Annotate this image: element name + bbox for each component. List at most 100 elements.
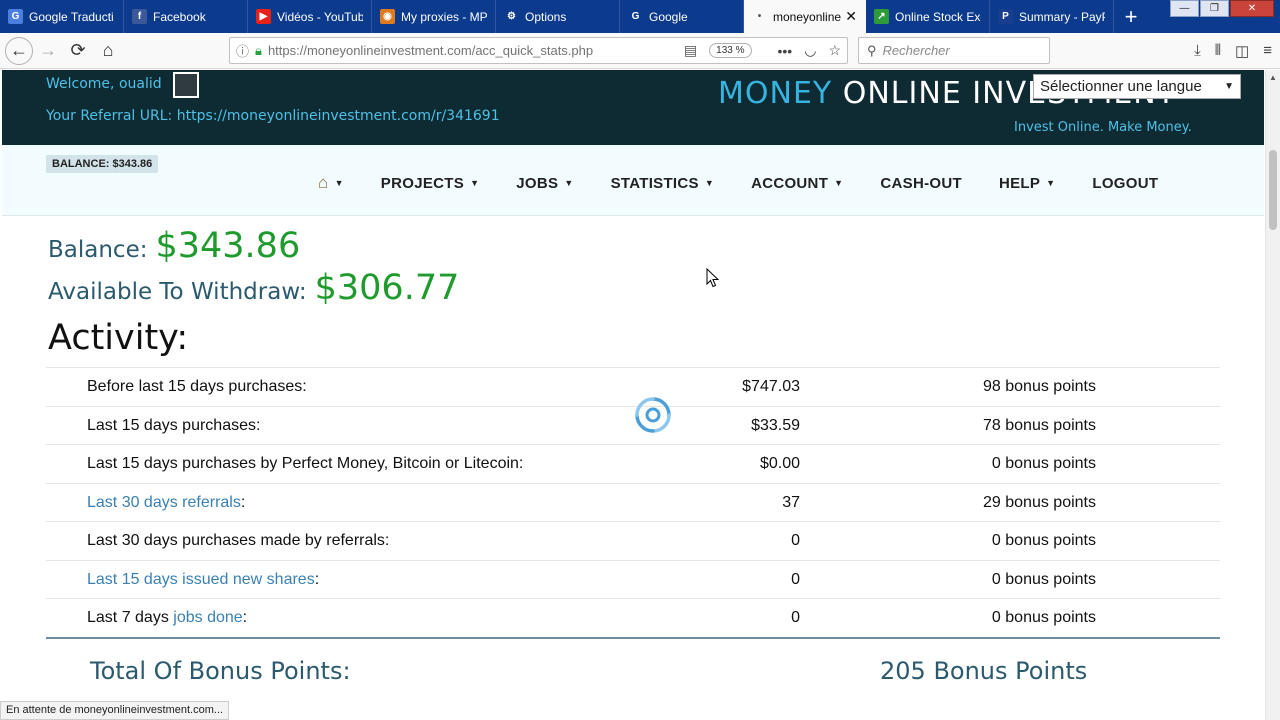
tab-title: Google (649, 9, 688, 24)
activity-amount: $0.00 (759, 455, 800, 472)
activity-amount: 0 (791, 609, 800, 626)
info-icon[interactable]: ⓘ (236, 41, 249, 60)
activity-amount: 0 (791, 570, 800, 588)
menu-cash-out[interactable]: CASH-OUT (880, 173, 962, 193)
activity-label: Last 30 days purchases made by referrals… (87, 532, 389, 550)
activity-label: Last 7 days jobs done: (87, 609, 247, 627)
referral-url: Your Referral URL: https://moneyonlinein… (46, 108, 500, 124)
activity-points: 78 bonus points (983, 416, 1096, 434)
browser-tab[interactable]: G Google Traducti (0, 0, 124, 33)
close-window-button[interactable]: ✕ (1230, 0, 1274, 17)
close-tab-icon[interactable]: ✕ (845, 8, 857, 25)
loading-dot-icon: • (757, 11, 762, 22)
menu-logout[interactable]: LOGOUT (1092, 173, 1158, 193)
menu-jobs[interactable]: JOBS ▼ (516, 173, 573, 193)
menu-help[interactable]: HELP ▼ (999, 173, 1055, 193)
total-bonus-value: 205 Bonus Points (880, 657, 1088, 685)
sidebar-icon[interactable]: ◫ (1235, 42, 1249, 60)
menu-home[interactable]: ⌂ ▼ (318, 173, 344, 193)
maximize-button[interactable]: ❐ (1200, 0, 1229, 17)
activity-label: Last 15 days purchases: (87, 417, 260, 435)
activity-link[interactable]: Last 30 days referrals (87, 494, 241, 511)
activity-label-text: Before last 15 days purchases: (87, 378, 307, 395)
activity-link[interactable]: jobs done (173, 609, 242, 626)
activity-label-suffix: : (240, 493, 246, 511)
google-icon: G (631, 11, 640, 22)
back-button[interactable]: ← (5, 36, 33, 65)
scrollbar-thumb[interactable] (1269, 150, 1277, 230)
library-icon[interactable]: ⫴ (1215, 42, 1221, 59)
browser-tab[interactable]: ⚙ Options (496, 0, 620, 33)
stop-reload-button[interactable]: ⟳ (63, 36, 93, 66)
chevron-down-icon: ▼ (470, 178, 480, 188)
browser-tab[interactable]: G Google (620, 0, 744, 33)
withdraw-line: Available To Withdraw: $306.77 (48, 268, 459, 308)
mouse-cursor-icon (706, 268, 720, 288)
status-bar: En attente de moneyonlineinvestment.com.… (0, 701, 230, 720)
activity-amount: 37 (782, 493, 800, 511)
search-icon: ⚲ (867, 42, 877, 58)
total-bonus-label: Total Of Bonus Points: (90, 657, 351, 685)
pocket-icon[interactable]: ◡ (804, 42, 816, 59)
activity-amount: $33.59 (751, 416, 800, 434)
welcome-text: Welcome, oualid (46, 76, 162, 92)
logo-word-money: MONEY (718, 76, 833, 111)
menu-label: STATISTICS (610, 174, 699, 192)
chevron-down-icon: ▼ (1046, 178, 1056, 188)
search-field[interactable]: ⚲ Rechercher (858, 37, 1050, 64)
activity-label-text: Last 30 days purchases made by referrals… (87, 532, 390, 549)
browser-tab[interactable]: • moneyonline ✕ (744, 0, 866, 33)
browser-tab[interactable]: ◉ My proxies - MP (372, 0, 496, 33)
browser-tab[interactable]: ▶ Vidéos - YouTub (248, 0, 372, 33)
balance-badge: BALANCE: $343.86 (46, 155, 159, 173)
search-placeholder: Rechercher (882, 43, 950, 58)
balance-label: Balance: (48, 237, 148, 263)
lock-icon: 🔒︎ (255, 42, 262, 58)
home-button[interactable]: ⌂ (93, 36, 123, 66)
activity-link[interactable]: Last 15 days issued new shares (87, 571, 315, 588)
tab-title: My proxies - MP (401, 9, 487, 24)
page-scrollbar[interactable]: ▲ (1265, 70, 1280, 720)
activity-amount: 0 (791, 532, 800, 549)
menu-label: PROJECTS (380, 174, 465, 192)
address-bar[interactable]: ⓘ 🔒︎ https://moneyonlineinvestment.com/a… (229, 37, 848, 64)
tab-title: Options (525, 9, 567, 24)
tab-title: moneyonline (773, 9, 842, 24)
bookmark-star-icon[interactable]: ☆ (828, 42, 841, 59)
new-tab-button[interactable]: + (1114, 0, 1148, 33)
chevron-down-icon: ▼ (334, 178, 344, 188)
minimize-button[interactable]: — (1170, 0, 1199, 17)
menu-label: LOGOUT (1092, 174, 1159, 192)
site-header: Welcome, oualid Your Referral URL: https… (2, 70, 1264, 145)
gear-icon: ⚙ (507, 11, 516, 22)
activity-points: 0 bonus points (991, 609, 1096, 626)
activity-label: Last 15 days issued new shares: (87, 571, 319, 589)
menu-icon[interactable]: ≡ (1263, 42, 1272, 59)
browser-tab[interactable]: ↗ Online Stock Exc (866, 0, 990, 33)
tab-title: Online Stock Exc (895, 9, 981, 24)
chevron-down-icon: ▼ (704, 178, 715, 188)
menu-account[interactable]: ACCOUNT ▼ (751, 173, 843, 193)
facebook-icon: f (132, 9, 147, 24)
menu-statistics[interactable]: STATISTICS ▼ (611, 173, 715, 193)
google-translate-icon: G (8, 9, 23, 24)
browser-tab[interactable]: P Summary - PayP (990, 0, 1114, 33)
reader-view-icon[interactable]: ▤ (684, 42, 697, 59)
scroll-up-icon[interactable]: ▲ (1266, 70, 1280, 86)
avatar[interactable] (173, 72, 199, 98)
language-select[interactable]: Sélectionner une langue ▼ (1033, 74, 1241, 99)
download-icon[interactable]: ⤓ (1194, 42, 1201, 59)
zoom-level[interactable]: 133 % (709, 43, 752, 58)
activity-divider (46, 636, 1220, 639)
activity-label-text: Last 15 days purchases: (87, 416, 261, 434)
window-controls: — ❐ ✕ (1169, 0, 1274, 17)
menu-projects[interactable]: PROJECTS ▼ (381, 173, 479, 193)
browser-tab[interactable]: f Facebook (124, 0, 248, 33)
activity-row: Last 7 days jobs done: 0 0 bonus points (46, 598, 1220, 637)
proxies-icon: ◉ (380, 9, 395, 24)
activity-points: 0 bonus points (991, 455, 1096, 472)
page-actions-icon[interactable]: ••• (778, 43, 793, 59)
url-text[interactable]: https://moneyonlineinvestment.com/acc_qu… (268, 43, 684, 58)
tagline: Invest Online. Make Money. (1014, 120, 1192, 135)
forward-button[interactable]: → (33, 36, 63, 66)
